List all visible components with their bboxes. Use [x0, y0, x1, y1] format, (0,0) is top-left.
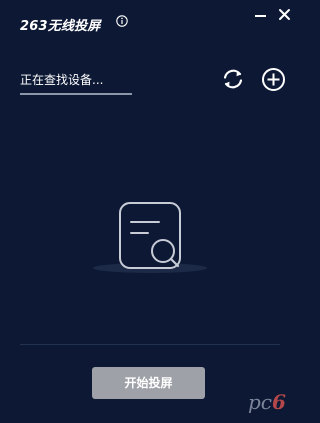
title-bar[interactable]: 263无线投屏: [0, 0, 298, 40]
add-device-button[interactable]: [261, 67, 286, 92]
watermark-text-pc: pc: [248, 390, 273, 414]
minimize-button[interactable]: [252, 6, 270, 24]
app-title: 263无线投屏: [20, 19, 101, 34]
footer-divider: [20, 344, 280, 345]
watermark-text-six: 6: [272, 390, 286, 414]
watermark: pc6: [248, 389, 296, 419]
search-status-text: 正在查找设备...: [20, 73, 104, 87]
refresh-icon[interactable]: [220, 66, 246, 92]
search-progress-line: [20, 93, 132, 95]
app-window: 263无线投屏 正在查找设备... 开始投屏 pc6: [0, 0, 298, 423]
document-search-icon: [93, 202, 207, 273]
info-icon[interactable]: [116, 15, 128, 27]
start-casting-button[interactable]: 开始投屏: [92, 367, 205, 399]
close-button[interactable]: [276, 6, 294, 24]
